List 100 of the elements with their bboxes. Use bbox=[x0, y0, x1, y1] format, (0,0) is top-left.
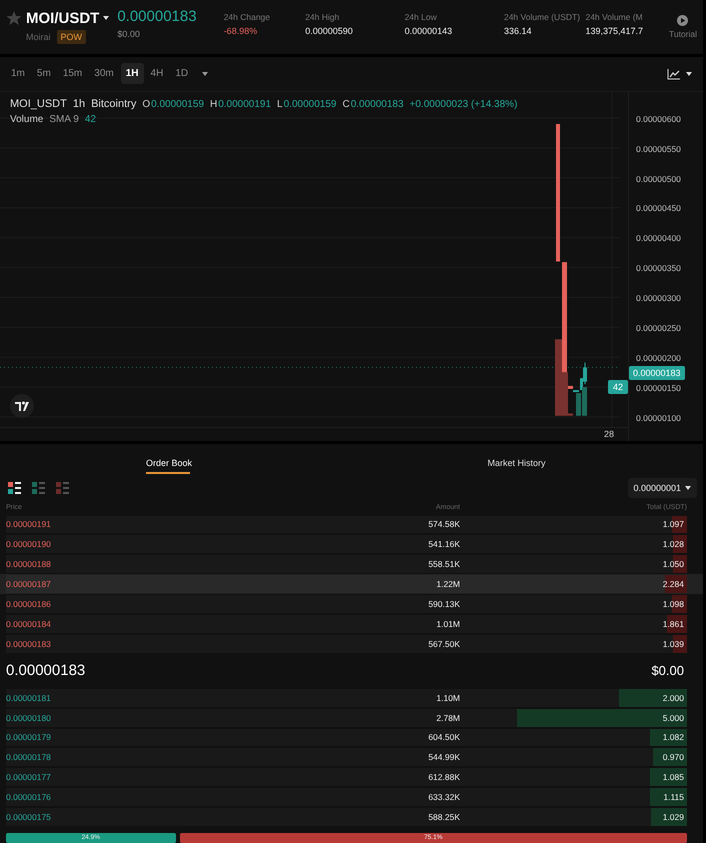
amount-cell-text: 604.50K bbox=[427, 732, 460, 742]
axis-label: 0.00000250 bbox=[635, 322, 682, 334]
total-cell-text: 1.098 bbox=[662, 599, 685, 610]
caret-icon bbox=[201, 70, 210, 78]
total-cell-text: 5.000 bbox=[662, 712, 685, 723]
axis-label: 0.00000100 bbox=[635, 412, 682, 424]
ohlc-label: O bbox=[142, 98, 150, 110]
ohlc-label: H bbox=[210, 98, 218, 110]
amount-cell-text: 1.01M bbox=[435, 618, 460, 629]
price-cell-text: 0.00000186 bbox=[6, 599, 52, 610]
total-cell-text: 1.085 bbox=[662, 772, 685, 782]
total-cell-text: 1.861 bbox=[662, 618, 685, 629]
volume-badge: 42 bbox=[608, 380, 628, 394]
view-mode-button[interactable] bbox=[8, 482, 21, 494]
total-cell-text: 0.970 bbox=[662, 752, 685, 762]
total-cell-text: 1.039 bbox=[662, 638, 685, 649]
ohlc-label: L bbox=[277, 98, 283, 110]
price-cell-text: 0.00000181 bbox=[6, 692, 52, 703]
total-cell-text: 1.097 bbox=[662, 519, 685, 530]
volume-value: 42 bbox=[84, 114, 96, 125]
price-cell-text: 0.00000180 bbox=[6, 712, 52, 723]
amount-cell-text: 541.16K bbox=[427, 539, 460, 550]
amount-cell-text: 558.51K bbox=[427, 559, 460, 570]
caret-icon bbox=[684, 484, 692, 492]
coin-tag: POW bbox=[56, 30, 86, 44]
coin-name: Moirai bbox=[26, 32, 51, 42]
mid-price-usd: $0.00 bbox=[651, 663, 684, 678]
total-cell-text: 2.284 bbox=[662, 579, 685, 590]
interval-label: 1h bbox=[72, 98, 86, 110]
star-icon bbox=[6, 10, 22, 26]
stat-label: 24h Change bbox=[224, 12, 272, 22]
interval-tab[interactable]: 15m bbox=[58, 63, 88, 84]
price-cell-text: 0.00000177 bbox=[6, 772, 52, 782]
price-cell-text: 0.00000179 bbox=[6, 732, 52, 742]
price-cell-text: 0.00000191 bbox=[6, 519, 52, 530]
interval-tab[interactable]: 1m bbox=[6, 63, 30, 84]
price-usd: $0.00 bbox=[117, 29, 141, 40]
total-cell-text: 1.029 bbox=[662, 812, 685, 822]
price-cell-text: 0.00000190 bbox=[6, 539, 52, 550]
stat-label: 24h High bbox=[305, 12, 340, 22]
ohlc-label: C bbox=[342, 98, 350, 110]
caret-icon bbox=[102, 14, 110, 22]
book-tab[interactable]: Order Book bbox=[0, 444, 330, 474]
stat-value: 139,375,417.7 bbox=[585, 26, 644, 36]
total-cell-text: 1.050 bbox=[662, 559, 685, 570]
ohlc-value: 0.00000159 bbox=[284, 98, 336, 110]
price-cell-text: 0.00000187 bbox=[6, 579, 52, 590]
stat-value: -68.98% bbox=[224, 26, 258, 36]
total-cell-text: 1.082 bbox=[662, 732, 685, 742]
price-cell-text: 0.00000183 bbox=[6, 638, 52, 649]
price-cell-text: 0.00000176 bbox=[6, 792, 52, 802]
axis-label: 0.00000400 bbox=[635, 232, 682, 244]
book-tab[interactable]: Market History bbox=[330, 444, 703, 474]
interval-tab[interactable]: 5m bbox=[32, 63, 56, 84]
amount-cell-text: 1.22M bbox=[435, 579, 460, 590]
pair-selector[interactable]: MOI/USDT bbox=[26, 10, 110, 27]
axis-label: 0.00000200 bbox=[635, 352, 682, 364]
interval-tab[interactable]: 30m bbox=[89, 63, 119, 84]
amount-cell-text: 588.25K bbox=[427, 812, 460, 822]
stat-value: 336.14 bbox=[504, 26, 532, 36]
axis-label: 0.00000450 bbox=[635, 202, 682, 214]
play-icon bbox=[677, 14, 688, 26]
tutorial-button[interactable]: Tutorial bbox=[668, 14, 697, 39]
amount-cell-text: 1.10M bbox=[435, 692, 460, 703]
amount-cell-text: 567.50K bbox=[427, 638, 460, 649]
axis-label: 0.00000150 bbox=[635, 382, 682, 394]
amount-cell-text: 633.32K bbox=[427, 792, 460, 802]
sma-label: SMA 9 bbox=[49, 114, 79, 125]
amount-cell-text: 612.88K bbox=[427, 772, 460, 782]
ohlc-value: 0.00000159 bbox=[151, 98, 204, 110]
amount-cell-text: 2.78M bbox=[435, 712, 460, 723]
line-chart-icon bbox=[667, 68, 681, 80]
mid-price: 0.00000183 bbox=[6, 662, 86, 680]
total-cell-text: 1.028 bbox=[662, 539, 685, 550]
price-cell-text: 0.00000188 bbox=[6, 559, 52, 570]
axis-label: 0.00000600 bbox=[635, 112, 682, 125]
caret-icon bbox=[685, 70, 693, 78]
axis-label: 0.00000300 bbox=[635, 292, 682, 304]
interval-tab[interactable]: 1H bbox=[120, 63, 144, 84]
interval-tab[interactable]: 1D bbox=[170, 63, 194, 84]
price-cell-text: 0.00000175 bbox=[6, 812, 52, 822]
symbol-label: MOI_USDT bbox=[10, 98, 67, 110]
axis-label: 0.00000350 bbox=[635, 262, 682, 274]
amount-cell-text: 590.13K bbox=[427, 599, 460, 610]
axis-label: 0.00000550 bbox=[635, 142, 682, 155]
interval-tab[interactable]: 4H bbox=[146, 63, 168, 84]
last-price: 0.00000183 bbox=[117, 8, 198, 26]
total-cell-text: 1.115 bbox=[662, 792, 685, 802]
amount-cell-text: 574.58K bbox=[427, 519, 460, 530]
precision-dropdown[interactable]: 0.00000001 bbox=[628, 478, 697, 498]
stat-label: 24h Volume (M bbox=[585, 12, 644, 22]
price-cell-text: 0.00000178 bbox=[6, 752, 52, 762]
stat-value: 0.00000143 bbox=[404, 26, 454, 36]
axis-label: 0.00000500 bbox=[635, 172, 682, 185]
price-badge: 0.00000183 bbox=[629, 366, 685, 380]
volume-label: Volume bbox=[10, 114, 44, 125]
exchange-label: Bitcointry bbox=[91, 98, 136, 110]
amount-cell-text: 544.99K bbox=[427, 752, 460, 762]
ohlc-value: 0.00000183 bbox=[350, 98, 404, 110]
change-value: +0.00000023 (+14.38%) bbox=[410, 98, 518, 110]
